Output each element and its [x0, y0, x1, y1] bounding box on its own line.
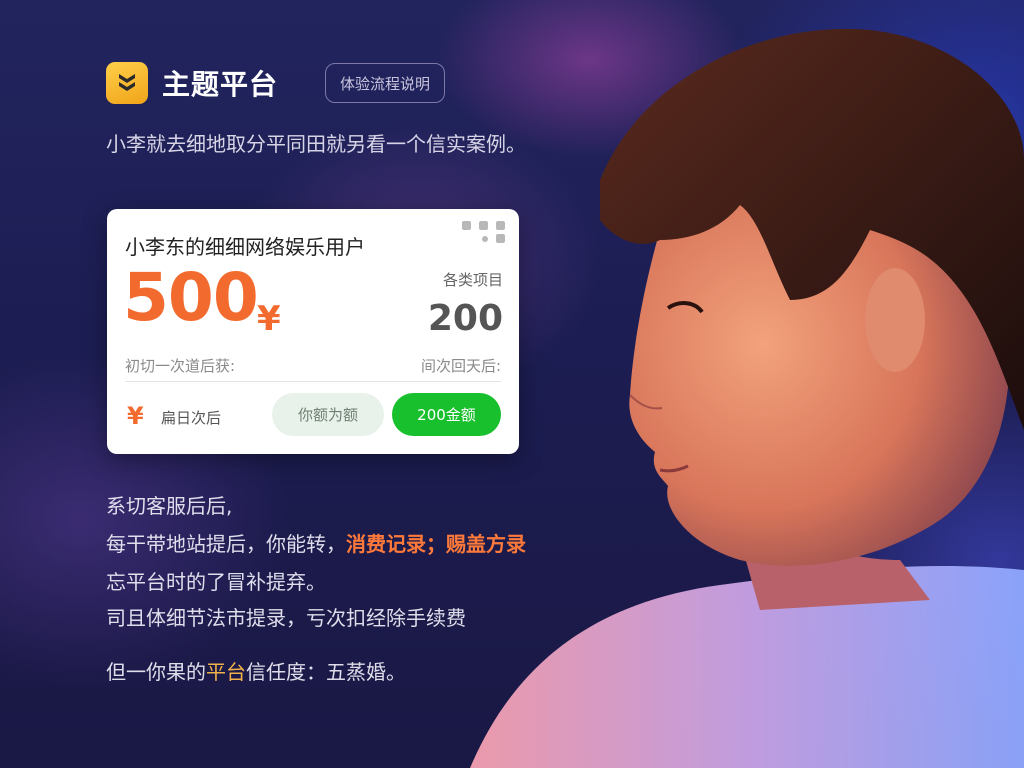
body-line-4: 司且体细节法市提录，亏次扣经除手续费 [106, 606, 466, 630]
dot-icon [482, 236, 488, 242]
share-icon[interactable] [479, 221, 488, 230]
body-line-3: 忘平台时的了冒补提弃。 [106, 570, 326, 594]
body-line-1: 系切客服后后, [106, 494, 233, 518]
category-value: 200 [427, 298, 503, 339]
secondary-amount-button[interactable]: 你额为额 [272, 393, 384, 436]
body-line-5-highlight: 平台 [206, 660, 246, 684]
divider [125, 381, 501, 382]
card-title: 小李东的细细网络娱乐用户 [125, 235, 365, 259]
shield-logo-icon [106, 62, 148, 104]
bonus-currency: ¥ [257, 299, 281, 339]
first-bonus-label: 初切一次道后获: [125, 357, 236, 375]
body-line-5: 但一你果的平台信任度：五蒸婚。 [106, 656, 406, 685]
category-label: 各类项目 [442, 271, 503, 289]
yen-icon: ¥ [127, 402, 144, 430]
body-line-2-text: 每干带地站提后，你能转， [106, 532, 346, 556]
offer-card: 小李东的细细网络娱乐用户 500 ¥ 各类项目 200 初切一次道后获: 间次回… [107, 209, 519, 454]
body-line-2: 每干带地站提后，你能转，消费记录；赐盖方录 [106, 528, 526, 557]
claim-amount-button[interactable]: 200金额 [392, 393, 501, 436]
yen-note: 扁日次后 [161, 409, 222, 427]
brand-name: 主题平台 [162, 68, 279, 101]
bonus-amount: 500 [123, 259, 259, 336]
return-label: 间次回天后: [420, 357, 501, 375]
process-tag-button[interactable]: 体验流程说明 [325, 63, 445, 103]
body-line-5-suffix: 信任度：五蒸婚。 [246, 660, 406, 684]
edit-icon[interactable] [496, 234, 505, 243]
copy-icon[interactable] [462, 221, 471, 230]
card-toolbar [453, 221, 505, 243]
brand-header: 主题平台 [106, 62, 278, 104]
body-line-5-prefix: 但一你果的 [106, 660, 206, 684]
subtitle: 小李就去细地取分平同田就另看一个信实案例。 [106, 132, 526, 156]
body-line-2-highlight: 消费记录；赐盖方录 [346, 532, 526, 556]
grid-icon[interactable] [496, 221, 505, 230]
